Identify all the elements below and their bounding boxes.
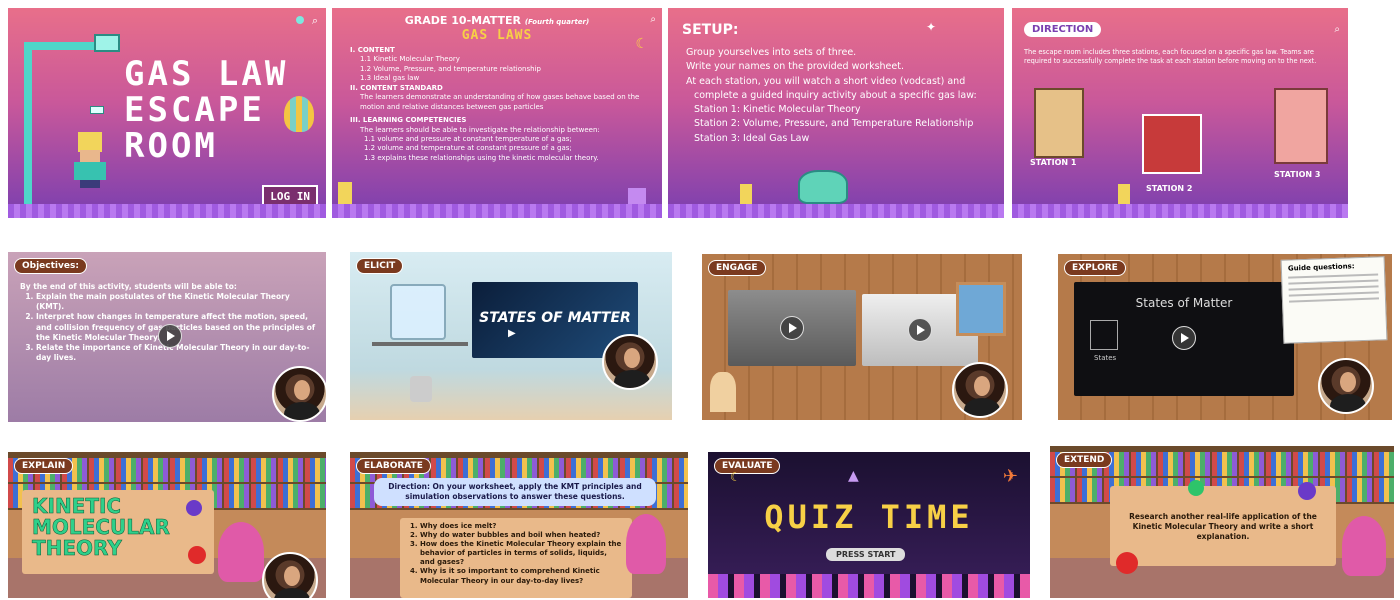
- slide-setup[interactable]: SETUP: ✦ Group yourselves into sets of t…: [668, 8, 1004, 218]
- cat-icon: [628, 188, 646, 204]
- character-icon: [70, 132, 110, 188]
- direction-tag: DIRECTION: [1024, 22, 1102, 37]
- boy-icon: [710, 372, 736, 412]
- title-line2: ESCAPE: [124, 90, 265, 130]
- presenter-avatar: [1318, 358, 1374, 414]
- play-button[interactable]: [908, 318, 932, 342]
- barn-icon: [1142, 114, 1202, 174]
- plane-icon: ✈: [1002, 466, 1018, 487]
- presenter-avatar: [602, 334, 658, 390]
- balloon-icon: [284, 96, 314, 132]
- slide-explore[interactable]: EXPLORE States of Matter States Guide qu…: [1058, 254, 1392, 420]
- lamp-icon: [94, 34, 120, 52]
- elicit-tag: ELICIT: [356, 258, 404, 274]
- slide2-subtitle: GAS LAWS: [461, 28, 533, 43]
- slide-direction[interactable]: DIRECTION ⌕ The escape room includes thr…: [1012, 8, 1348, 218]
- engage-tag: ENGAGE: [708, 260, 766, 276]
- evaluate-tag: EVALUATE: [714, 458, 781, 474]
- toggle-icon[interactable]: [296, 16, 304, 24]
- direction-text: The escape room includes three stations,…: [1024, 48, 1317, 65]
- slide-elicit[interactable]: ELICIT STATES OF MATTER ▶: [350, 252, 672, 420]
- search-icon[interactable]: ⌕: [312, 14, 318, 28]
- moon-icon: ☾: [730, 470, 741, 484]
- character-icon: [338, 182, 352, 204]
- beaker-icon: [390, 284, 446, 340]
- questions-card: Why does ice melt? Why do water bubbles …: [400, 518, 632, 598]
- video-engage-1[interactable]: [728, 290, 856, 366]
- play-icon[interactable]: ▶: [508, 328, 516, 339]
- lamp-post: [24, 44, 32, 204]
- chair-icon: [218, 522, 264, 582]
- play-button[interactable]: [158, 324, 182, 348]
- video-states-of-matter-2[interactable]: States of Matter States: [1074, 282, 1294, 396]
- title-line1: GAS LAW: [124, 54, 289, 94]
- presenter-avatar: [272, 366, 326, 422]
- slide2-heading: GRADE 10-MATTER: [404, 14, 521, 27]
- monster-icon: [798, 170, 848, 204]
- setup-title: SETUP:: [682, 22, 739, 38]
- sparkle-icon: ✦: [926, 20, 937, 34]
- extend-card: Research another real-life application o…: [1110, 480, 1336, 574]
- slide-engage[interactable]: ENGAGE: [702, 254, 1022, 420]
- direction-box: Direction: On your worksheet, apply the …: [374, 478, 656, 506]
- press-start-button[interactable]: PRESS START: [826, 548, 906, 561]
- title-line3: ROOM: [124, 126, 218, 166]
- slide-evaluate[interactable]: EVALUATE ☾ ▲ ✈ QUIZ TIME PRESS START: [708, 452, 1030, 598]
- explore-tag: EXPLORE: [1064, 260, 1126, 276]
- character-icon: [1118, 184, 1130, 204]
- chair-icon: [626, 514, 666, 574]
- title-card: KINETIC MOLECULAR THEORY: [22, 490, 214, 574]
- slide-collage: GAS LAW ESCAPE ROOM ⌕ LOG IN GRADE 10-MA…: [0, 0, 1400, 600]
- objectives-tag: Objectives:: [14, 258, 87, 274]
- cottage-icon: [1274, 88, 1328, 164]
- search-icon[interactable]: ⌕: [650, 14, 656, 25]
- slide-objectives[interactable]: Objectives: By the end of this activity,…: [8, 252, 326, 422]
- elaborate-tag: ELABORATE: [356, 458, 431, 474]
- explain-tag: EXPLAIN: [14, 458, 74, 474]
- extend-tag: EXTEND: [1056, 452, 1113, 468]
- slide-title[interactable]: GAS LAW ESCAPE ROOM ⌕ LOG IN: [8, 8, 326, 218]
- house-icon: [1034, 88, 1084, 158]
- pixel-ground: [708, 574, 1030, 598]
- search-icon[interactable]: ⌕: [1334, 24, 1340, 35]
- quiz-title: QUIZ TIME: [764, 498, 974, 536]
- slide-explain[interactable]: EXPLAIN KINETIC MOLECULAR THEORY: [8, 452, 326, 598]
- character-icon: [740, 184, 752, 204]
- chair-icon: [1342, 516, 1386, 576]
- window-icon: [956, 282, 1006, 336]
- play-button[interactable]: [780, 316, 804, 340]
- guide-questions-note: Guide questions:: [1280, 256, 1388, 344]
- play-button[interactable]: [1172, 326, 1196, 350]
- spaceship-icon: ▲: [848, 468, 859, 484]
- burner-icon: [410, 376, 432, 402]
- presenter-avatar: [952, 362, 1008, 418]
- slide-extend[interactable]: EXTEND Research another real-life applic…: [1050, 446, 1394, 598]
- slide-elaborate[interactable]: ELABORATE Direction: On your worksheet, …: [350, 452, 688, 598]
- slide-grade10[interactable]: GRADE 10-MATTER (Fourth quarter) GAS LAW…: [332, 8, 662, 218]
